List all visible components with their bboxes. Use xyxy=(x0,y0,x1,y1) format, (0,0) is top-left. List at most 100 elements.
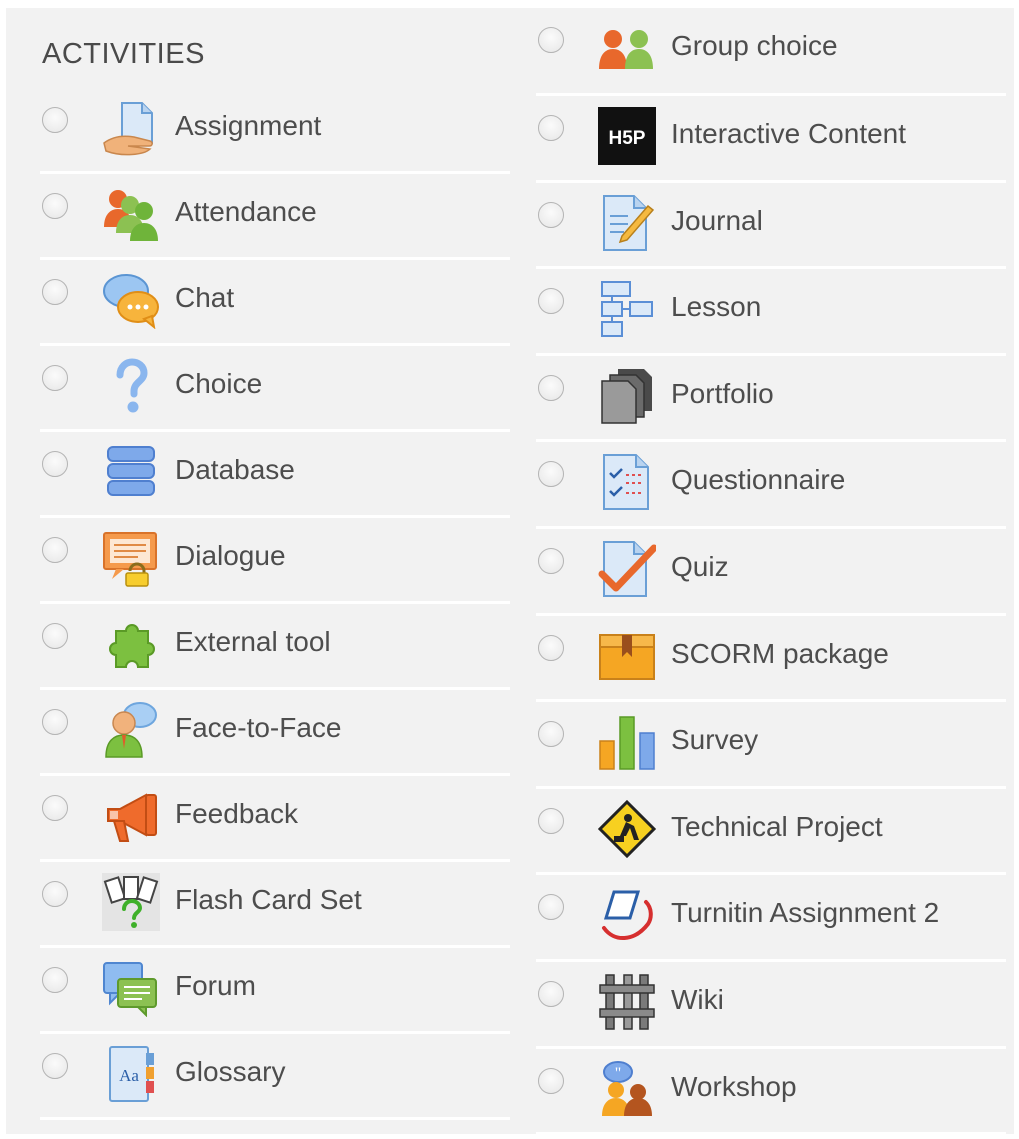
wiki-icon xyxy=(598,973,656,1031)
activity-list-left: ACTIVITIES Assignment Attendance Chat Choic… xyxy=(40,8,510,1120)
activity-option-quiz[interactable]: Quiz xyxy=(536,529,1006,616)
activity-label: Workshop xyxy=(671,1070,797,1102)
activity-radio[interactable] xyxy=(538,461,564,488)
activity-option-database[interactable]: Database xyxy=(40,432,510,518)
activity-label: Database xyxy=(175,454,295,485)
activity-label: Glossary xyxy=(175,1056,286,1087)
activity-chooser-panel: ACTIVITIES Assignment Attendance Chat Choic… xyxy=(6,8,1014,1136)
activity-label: Quiz xyxy=(671,550,729,582)
chat-icon xyxy=(102,271,160,329)
survey-icon xyxy=(598,713,656,771)
activity-label: Dialogue xyxy=(175,540,286,571)
activity-option-external-tool[interactable]: External tool xyxy=(40,604,510,690)
dialogue-icon xyxy=(102,529,160,587)
activity-option-forum[interactable]: Forum xyxy=(40,948,510,1034)
activity-option-wiki[interactable]: Wiki xyxy=(536,962,1006,1049)
activity-label: Questionnaire xyxy=(671,464,846,496)
activity-radio[interactable] xyxy=(42,451,68,477)
activity-option-choice[interactable]: Choice xyxy=(40,346,510,432)
group-choice-icon xyxy=(598,19,656,77)
activity-label: Attendance xyxy=(175,196,317,227)
activity-radio[interactable] xyxy=(538,721,564,748)
activity-label: Technical Project xyxy=(671,810,883,842)
activity-option-flash-card-set[interactable]: Flash Card Set xyxy=(40,862,510,948)
activity-label: Face-to-Face xyxy=(175,712,342,743)
activity-label: Survey xyxy=(671,724,759,756)
flash-card-set-icon xyxy=(102,873,160,931)
activity-radio[interactable] xyxy=(538,374,564,401)
activity-option-attendance[interactable]: Attendance xyxy=(40,174,510,260)
technical-project-icon xyxy=(598,799,656,858)
activity-radio[interactable] xyxy=(42,967,68,993)
activity-radio[interactable] xyxy=(538,288,564,315)
activity-radio[interactable] xyxy=(538,980,564,1007)
glossary-icon: Aa xyxy=(102,1045,160,1103)
questionnaire-icon xyxy=(598,453,656,511)
activity-option-group-choice[interactable]: Group choice xyxy=(536,8,1006,96)
activity-label: External tool xyxy=(175,626,331,657)
workshop-icon: " xyxy=(598,1060,656,1118)
activity-label: Forum xyxy=(175,970,256,1001)
h5p-icon: H5P xyxy=(598,107,656,165)
activity-radio[interactable] xyxy=(538,634,564,661)
activity-radio[interactable] xyxy=(42,279,68,305)
activity-label: Choice xyxy=(175,368,263,399)
choice-icon xyxy=(102,357,160,415)
activity-label: Turnitin Assignment 2 xyxy=(671,897,940,929)
activity-radio[interactable] xyxy=(42,365,68,391)
svg-text:H5P: H5P xyxy=(609,128,646,149)
activity-label: Interactive Content xyxy=(671,118,907,149)
face-to-face-icon xyxy=(102,701,160,759)
activity-option-scorm-package[interactable]: SCORM package xyxy=(536,616,1006,703)
portfolio-icon xyxy=(598,367,656,425)
activity-radio[interactable] xyxy=(538,27,564,53)
activities-heading: ACTIVITIES xyxy=(42,38,205,70)
svg-text:Aa: Aa xyxy=(119,1066,139,1085)
activity-radio[interactable] xyxy=(538,115,564,141)
activity-radio[interactable] xyxy=(42,107,68,133)
activity-radio[interactable] xyxy=(42,795,68,821)
activity-radio[interactable] xyxy=(538,894,564,921)
activity-radio[interactable] xyxy=(538,547,564,574)
activity-radio[interactable] xyxy=(42,623,68,649)
activity-option-interactive-content[interactable]: H5P Interactive Content xyxy=(536,96,1006,183)
feedback-icon xyxy=(102,787,160,845)
activity-option-dialogue[interactable]: Dialogue xyxy=(40,518,510,604)
activity-option-portfolio[interactable]: Portfolio xyxy=(536,356,1006,443)
activity-label: Feedback xyxy=(175,798,298,829)
assignment-icon xyxy=(102,99,160,157)
activity-radio[interactable] xyxy=(42,881,68,907)
activity-label: Group choice xyxy=(671,30,838,61)
activity-label: Assignment xyxy=(175,110,322,141)
activity-option-feedback[interactable]: Feedback xyxy=(40,776,510,862)
activity-radio[interactable] xyxy=(538,1067,564,1094)
activity-label: Flash Card Set xyxy=(175,884,362,915)
activity-radio[interactable] xyxy=(42,537,68,563)
activity-option-workshop[interactable]: " Workshop xyxy=(536,1049,1006,1136)
activity-option-turnitin-assignment-2[interactable]: Turnitin Assignment 2 xyxy=(536,875,1006,962)
activity-option-journal[interactable]: Journal xyxy=(536,183,1006,270)
activity-option-glossary[interactable]: Aa Glossary xyxy=(40,1034,510,1120)
activity-radio[interactable] xyxy=(538,807,564,834)
quiz-icon xyxy=(598,540,656,598)
activity-option-chat[interactable]: Chat xyxy=(40,260,510,346)
activity-radio[interactable] xyxy=(538,201,564,228)
activity-label: Journal xyxy=(671,204,763,236)
activity-radio[interactable] xyxy=(42,193,68,219)
attendance-icon xyxy=(102,185,160,243)
lesson-icon xyxy=(598,280,656,338)
activity-option-survey[interactable]: Survey xyxy=(536,702,1006,789)
forum-icon xyxy=(102,959,160,1017)
activity-option-questionnaire[interactable]: Questionnaire xyxy=(536,442,1006,529)
activity-label: Portfolio xyxy=(671,377,774,409)
activity-option-face-to-face[interactable]: Face-to-Face xyxy=(40,690,510,776)
activity-option-lesson[interactable]: Lesson xyxy=(536,269,1006,356)
activity-label: Lesson xyxy=(671,291,762,323)
activity-option-assignment[interactable]: Assignment xyxy=(40,88,510,174)
svg-text:": " xyxy=(615,1065,622,1082)
turnitin-icon xyxy=(598,886,656,944)
activity-radio[interactable] xyxy=(42,1053,68,1079)
scorm-package-icon xyxy=(598,627,656,685)
activity-option-technical-project[interactable]: Technical Project xyxy=(536,789,1006,876)
activity-radio[interactable] xyxy=(42,709,68,735)
